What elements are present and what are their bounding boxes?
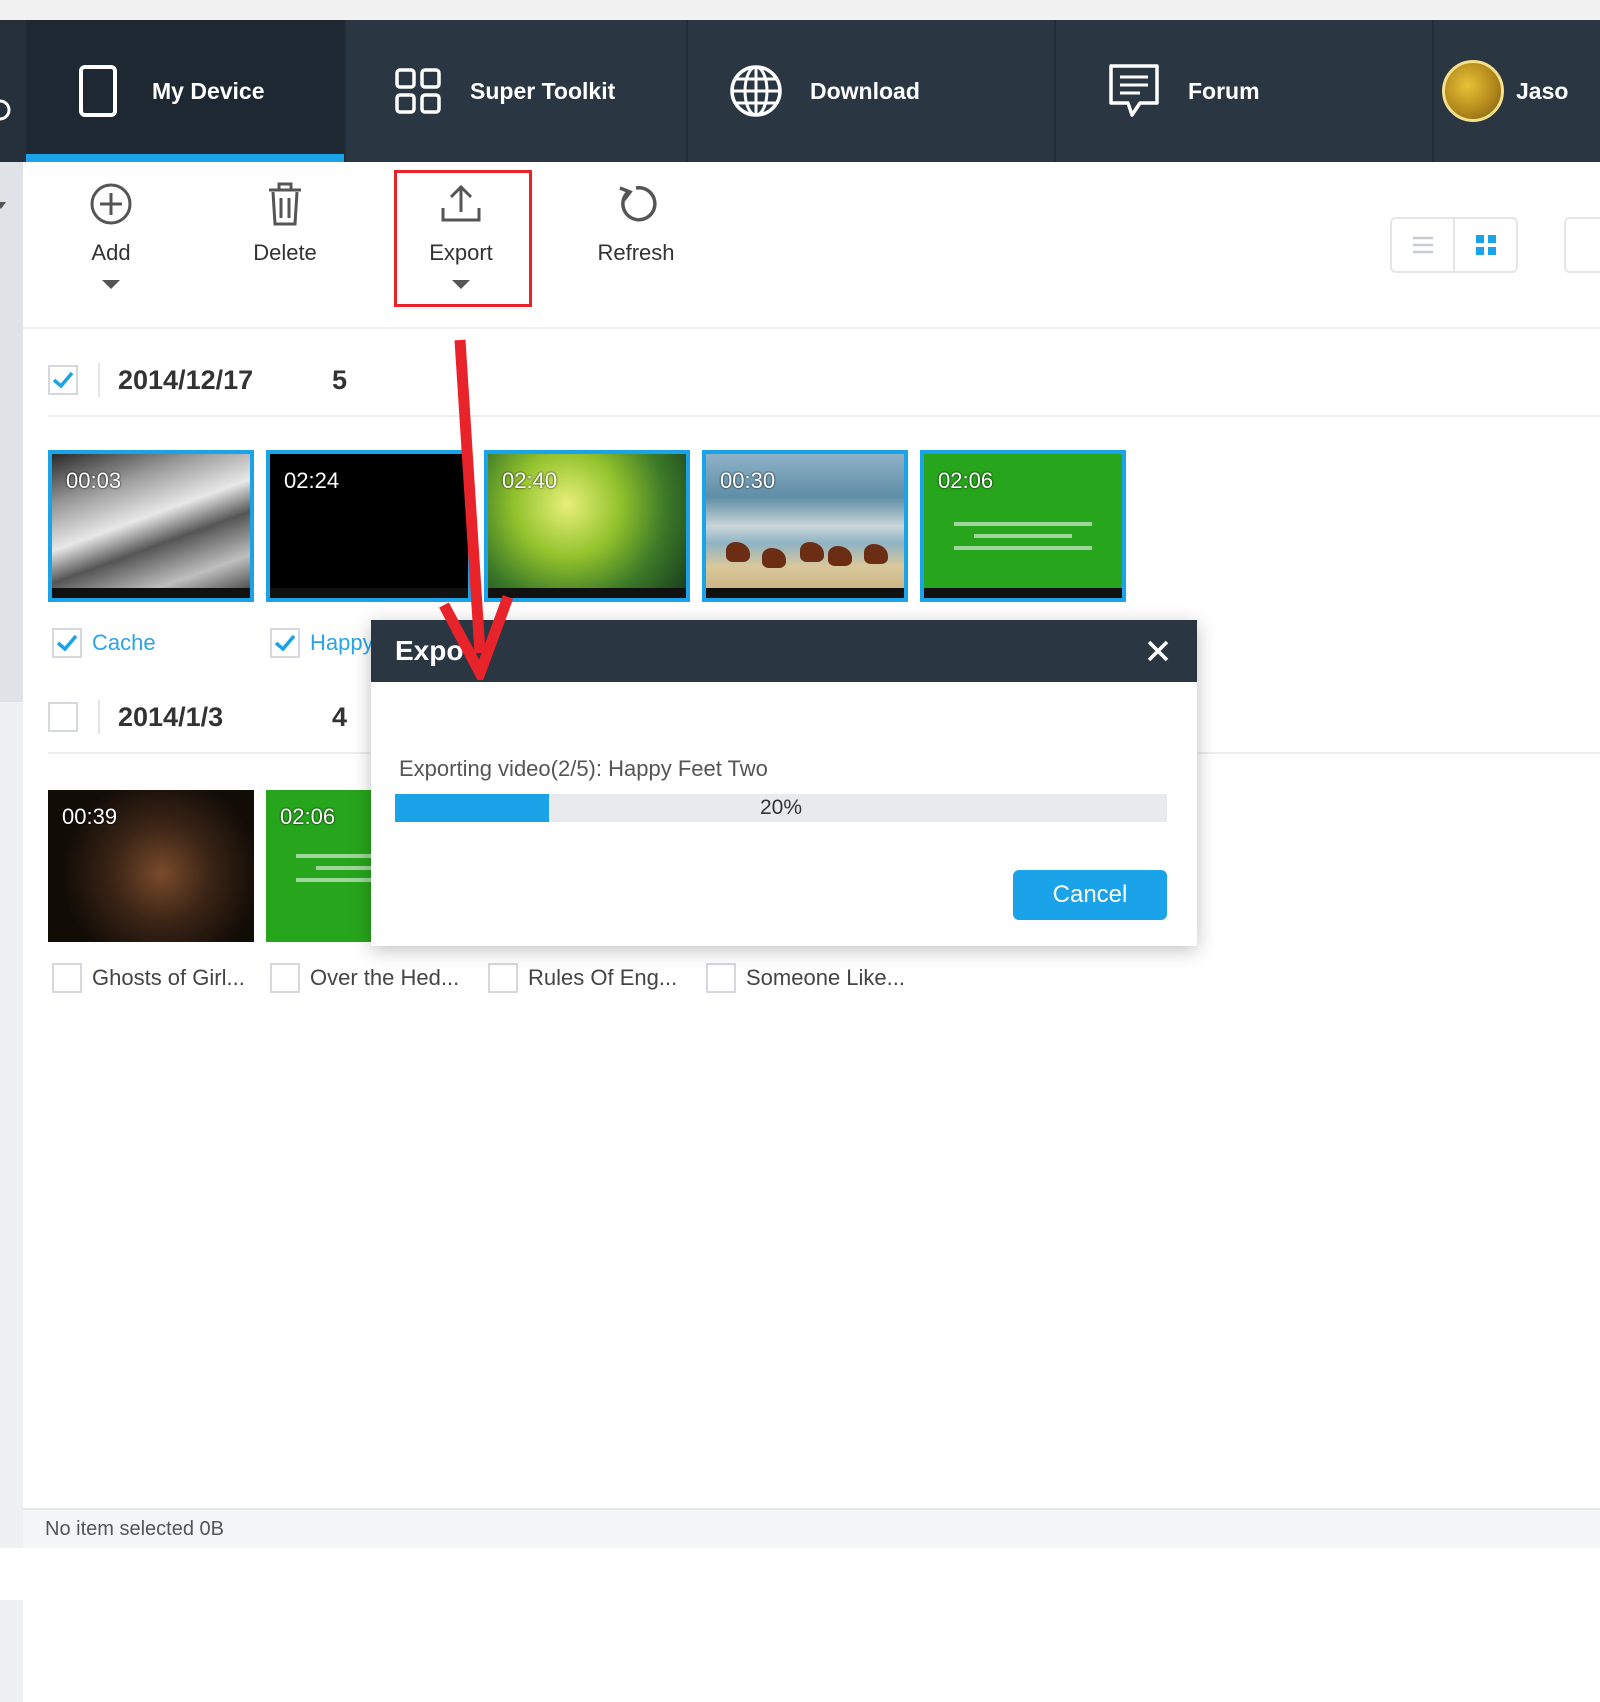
collapse-icon[interactable] xyxy=(0,200,8,212)
close-button[interactable] xyxy=(1143,636,1173,666)
video-title: Someone Like... xyxy=(746,965,905,990)
left-sidebar-rail xyxy=(0,162,23,1702)
video-checkbox[interactable] xyxy=(270,628,300,658)
refresh-label: Refresh xyxy=(597,240,675,265)
video-label: Over the Hed... xyxy=(270,963,488,993)
video-title: Happy xyxy=(310,630,374,655)
refresh-icon xyxy=(576,182,696,232)
add-circle-icon xyxy=(51,182,171,232)
export-status-message: Exporting video(2/5): Happy Feet Two xyxy=(399,756,768,781)
video-checkbox[interactable] xyxy=(52,963,82,993)
chat-icon xyxy=(1108,63,1160,119)
video-checkbox[interactable] xyxy=(488,963,518,993)
video-duration: 00:39 xyxy=(62,804,118,829)
window-bottom-strip xyxy=(0,1548,1600,1600)
horses-graphic xyxy=(716,542,894,576)
refresh-button[interactable]: Refresh xyxy=(576,182,696,266)
list-icon xyxy=(1412,236,1433,254)
video-checkbox[interactable] xyxy=(706,963,736,993)
video-thumbnail[interactable]: 00:30 xyxy=(702,450,908,602)
video-duration: 02:06 xyxy=(938,468,994,493)
video-checkbox[interactable] xyxy=(270,963,300,993)
video-label: Rules Of Eng... xyxy=(488,963,706,993)
close-icon xyxy=(1147,640,1169,662)
video-text-line xyxy=(974,534,1072,538)
group-count: 5 xyxy=(332,364,348,395)
video-title: Cache xyxy=(92,630,156,655)
export-highlight-annotation xyxy=(394,170,532,307)
video-duration: 02:06 xyxy=(280,804,336,829)
video-label: Someone Like... xyxy=(706,963,924,993)
selection-status: No item selected 0B xyxy=(45,1517,224,1540)
check-icon xyxy=(56,634,78,652)
group-date: 2014/12/17 xyxy=(118,364,254,395)
delete-label: Delete xyxy=(253,240,317,265)
header-divider xyxy=(98,363,100,397)
grid-icon xyxy=(394,67,442,115)
date-group-header: 2014/12/17 5 xyxy=(48,345,1600,417)
video-label: Cache xyxy=(52,628,270,658)
video-title: Rules Of Eng... xyxy=(528,965,678,990)
video-duration: 00:03 xyxy=(66,468,122,493)
thumbnail-bar xyxy=(706,588,904,598)
tab-super-toolkit[interactable]: Super Toolkit xyxy=(346,20,686,162)
export-progress-bar: 20% xyxy=(395,794,1167,822)
video-thumbnail[interactable]: 02:06 xyxy=(920,450,1126,602)
window-top-strip xyxy=(0,0,1600,20)
video-title: Ghosts of Girl... xyxy=(92,965,245,990)
grid-view-button[interactable] xyxy=(1455,219,1516,271)
video-label: Ghosts of Girl... xyxy=(52,963,270,993)
video-text-line xyxy=(954,546,1092,550)
view-mode-toggle xyxy=(1390,217,1518,273)
tab-download-label: Download xyxy=(810,77,920,104)
user-name: Jaso xyxy=(1516,77,1569,104)
nav-back-edge[interactable] xyxy=(0,20,26,162)
progress-percent: 20% xyxy=(759,796,803,819)
group-checkbox[interactable] xyxy=(48,365,78,395)
video-text-line xyxy=(954,522,1092,526)
tab-forum[interactable]: Forum xyxy=(1056,20,1432,162)
video-title: Over the Hed... xyxy=(310,965,460,990)
header-divider xyxy=(98,700,100,734)
settings-button[interactable] xyxy=(1564,217,1600,273)
video-thumbnail[interactable]: 00:39 xyxy=(48,790,254,942)
delete-button[interactable]: Delete xyxy=(225,182,345,266)
check-icon xyxy=(274,634,296,652)
sidebar-panel xyxy=(0,162,23,702)
avatar[interactable] xyxy=(1442,60,1504,122)
video-thumbnail[interactable]: 00:03 xyxy=(48,450,254,602)
check-icon xyxy=(52,371,74,389)
cancel-button[interactable]: Cancel xyxy=(1013,870,1167,920)
video-label-row: Ghosts of Girl... Over the Hed... Rules … xyxy=(52,963,924,993)
phone-icon xyxy=(78,65,118,117)
top-navigation: My Device Super Toolkit Download Forum J… xyxy=(0,20,1600,162)
user-account[interactable]: Jaso xyxy=(1434,20,1600,162)
add-label: Add xyxy=(91,240,131,265)
tab-my-device-label: My Device xyxy=(152,77,265,104)
tab-my-device[interactable]: My Device xyxy=(26,20,344,162)
toolbar: Add Delete Export Refresh xyxy=(23,162,1600,329)
video-thumbnail-row: 00:03 02:24 02:40 00:30 02:06 xyxy=(48,450,1138,602)
thumbnail-bar xyxy=(924,588,1122,598)
tab-download[interactable]: Download xyxy=(688,20,1054,162)
group-checkbox[interactable] xyxy=(48,702,78,732)
thumbnail-bar xyxy=(52,588,250,598)
globe-icon xyxy=(728,63,784,119)
tab-forum-label: Forum xyxy=(1188,77,1260,104)
video-duration: 02:24 xyxy=(284,468,340,493)
back-icon[interactable] xyxy=(0,95,12,125)
video-duration: 00:30 xyxy=(720,468,776,493)
list-view-button[interactable] xyxy=(1392,219,1455,271)
annotation-arrow-icon xyxy=(439,339,514,680)
group-date: 2014/1/3 xyxy=(118,701,224,732)
tab-super-toolkit-label: Super Toolkit xyxy=(470,77,616,104)
video-checkbox[interactable] xyxy=(52,628,82,658)
group-count: 4 xyxy=(332,701,348,732)
grid-view-icon xyxy=(1475,235,1496,255)
status-bar: No item selected 0B xyxy=(23,1508,1600,1548)
add-dropdown-caret[interactable] xyxy=(102,280,120,289)
add-button[interactable]: Add xyxy=(51,182,171,289)
trash-icon xyxy=(225,182,345,232)
